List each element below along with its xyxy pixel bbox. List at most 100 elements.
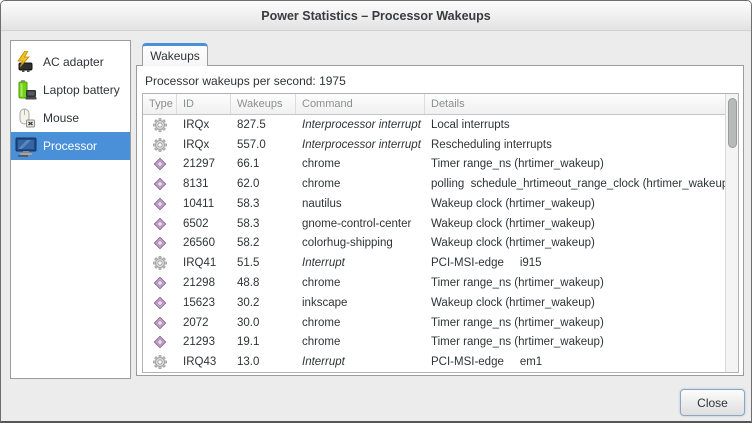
tab-wakeups[interactable]: Wakeups (142, 43, 208, 66)
processor-icon (15, 135, 37, 157)
cell-details: Wakeup clock (hrtimer_wakeup) (425, 218, 738, 230)
table-row[interactable]: IRQx 827.5 Interprocessor interrupt Loca… (143, 115, 738, 135)
cell-id: 10411 (177, 198, 231, 210)
cell-details: polling schedule_hrtimeout_range_clock (… (425, 178, 738, 190)
interrupt-gear-icon (153, 138, 167, 152)
column-header-type[interactable]: Type (143, 94, 177, 114)
table-row[interactable]: 2072 30.0 chrome Timer range_ns (hrtimer… (143, 313, 738, 333)
mouse-icon (15, 107, 37, 129)
cell-id: IRQ41 (177, 257, 231, 269)
table-row[interactable]: 21297 66.1 chrome Timer range_ns (hrtime… (143, 155, 738, 175)
cell-details: Rescheduling interrupts (425, 139, 738, 151)
cell-details: PCI-MSI-edge em1 (425, 356, 738, 368)
table-header: TypeIDWakeupsCommandDetails (143, 94, 738, 115)
cell-id: IRQx (177, 139, 231, 151)
cell-details: Wakeup clock (hrtimer_wakeup) (425, 297, 738, 309)
sidebar-item-processor[interactable]: Processor (11, 132, 130, 160)
cell-wakeups: 58.3 (231, 218, 296, 230)
process-gem-icon (153, 296, 167, 310)
sidebar-item-laptop-battery[interactable]: Laptop battery (11, 76, 130, 104)
table-row[interactable]: 21298 48.8 chrome Timer range_ns (hrtime… (143, 273, 738, 293)
table-row[interactable]: 26560 58.2 colorhug-shipping Wakeup cloc… (143, 234, 738, 254)
cell-type (143, 118, 177, 132)
power-statistics-window: Power Statistics – Processor Wakeups AC … (0, 0, 752, 423)
cell-type (143, 355, 177, 369)
process-gem-icon (153, 316, 167, 330)
cell-type (143, 296, 177, 310)
table-row[interactable]: IRQ43 13.0 Interrupt PCI-MSI-edge em1 (143, 352, 738, 372)
wakeups-table: TypeIDWakeupsCommandDetails IRQx 827.5 I… (142, 93, 739, 373)
table-body: IRQx 827.5 Interprocessor interrupt Loca… (143, 115, 738, 372)
titlebar[interactable]: Power Statistics – Processor Wakeups (1, 1, 751, 31)
column-header-id[interactable]: ID (177, 94, 231, 114)
scrollbar-thumb[interactable] (728, 98, 737, 148)
table-row[interactable]: 10411 58.3 nautilus Wakeup clock (hrtime… (143, 194, 738, 214)
interrupt-gear-icon (153, 118, 167, 132)
table-row[interactable]: 15623 30.2 inkscape Wakeup clock (hrtime… (143, 293, 738, 313)
cell-type (143, 335, 177, 349)
cell-command: Interprocessor interrupt (296, 119, 425, 131)
column-header-command[interactable]: Command (296, 94, 425, 114)
cell-command: chrome (296, 277, 425, 289)
process-gem-icon (153, 177, 167, 191)
interrupt-gear-icon (153, 355, 167, 369)
window-title: Power Statistics – Processor Wakeups (261, 9, 491, 23)
cell-details: Wakeup clock (hrtimer_wakeup) (425, 237, 738, 249)
cell-command: chrome (296, 317, 425, 329)
cell-id: 2072 (177, 317, 231, 329)
laptop-battery-icon (15, 79, 37, 101)
process-gem-icon (153, 217, 167, 231)
column-header-details[interactable]: Details (425, 94, 738, 114)
cell-command: Interrupt (296, 257, 425, 269)
table-row[interactable]: 8131 62.0 chrome polling schedule_hrtime… (143, 174, 738, 194)
sidebar-item-label: Mouse (43, 111, 79, 125)
cell-id: 26560 (177, 237, 231, 249)
process-gem-icon (153, 157, 167, 171)
table-scrollbar[interactable] (725, 94, 738, 372)
cell-details: Timer range_ns (hrtimer_wakeup) (425, 277, 738, 289)
cell-command: Interrupt (296, 356, 425, 368)
table-row[interactable]: IRQx 557.0 Interprocessor interrupt Resc… (143, 135, 738, 155)
cell-type (143, 236, 177, 250)
cell-wakeups: 827.5 (231, 119, 296, 131)
table-row[interactable]: IRQ41 51.5 Interrupt PCI-MSI-edge i915 (143, 253, 738, 273)
cell-type (143, 276, 177, 290)
cell-wakeups: 557.0 (231, 139, 296, 151)
table-row[interactable]: 21293 19.1 chrome Timer range_ns (hrtime… (143, 332, 738, 352)
sidebar-item-mouse[interactable]: Mouse (11, 104, 130, 132)
cell-type (143, 157, 177, 171)
cell-command: colorhug-shipping (296, 237, 425, 249)
cell-wakeups: 48.8 (231, 277, 296, 289)
cell-type (143, 138, 177, 152)
cell-details: Wakeup clock (hrtimer_wakeup) (425, 198, 738, 210)
cell-id: 6502 (177, 218, 231, 230)
interrupt-gear-icon (153, 256, 167, 270)
process-gem-icon (153, 276, 167, 290)
cell-id: 8131 (177, 178, 231, 190)
cell-details: Timer range_ns (hrtimer_wakeup) (425, 336, 738, 348)
cell-id: 21298 (177, 277, 231, 289)
cell-command: nautilus (296, 198, 425, 210)
cell-details: Timer range_ns (hrtimer_wakeup) (425, 317, 738, 329)
device-list: AC adapter Laptop battery Mouse Processo… (10, 40, 131, 379)
sidebar-item-ac-adapter[interactable]: AC adapter (11, 48, 130, 76)
sidebar-item-label: Processor (43, 139, 97, 153)
cell-wakeups: 13.0 (231, 356, 296, 368)
tab-label: Wakeups (150, 49, 200, 63)
cell-wakeups: 30.2 (231, 297, 296, 309)
ac-adapter-icon (15, 51, 37, 73)
cell-id: 21297 (177, 158, 231, 170)
column-header-wakeups[interactable]: Wakeups (231, 94, 296, 114)
cell-command: chrome (296, 336, 425, 348)
cell-type (143, 177, 177, 191)
close-button[interactable]: Close (680, 389, 745, 416)
process-gem-icon (153, 236, 167, 250)
cell-command: gnome-control-center (296, 218, 425, 230)
cell-details: Timer range_ns (hrtimer_wakeup) (425, 158, 738, 170)
cell-details: Local interrupts (425, 119, 738, 131)
cell-wakeups: 51.5 (231, 257, 296, 269)
cell-wakeups: 30.0 (231, 317, 296, 329)
cell-wakeups: 19.1 (231, 336, 296, 348)
cell-command: Interprocessor interrupt (296, 139, 425, 151)
table-row[interactable]: 6502 58.3 gnome-control-center Wakeup cl… (143, 214, 738, 234)
